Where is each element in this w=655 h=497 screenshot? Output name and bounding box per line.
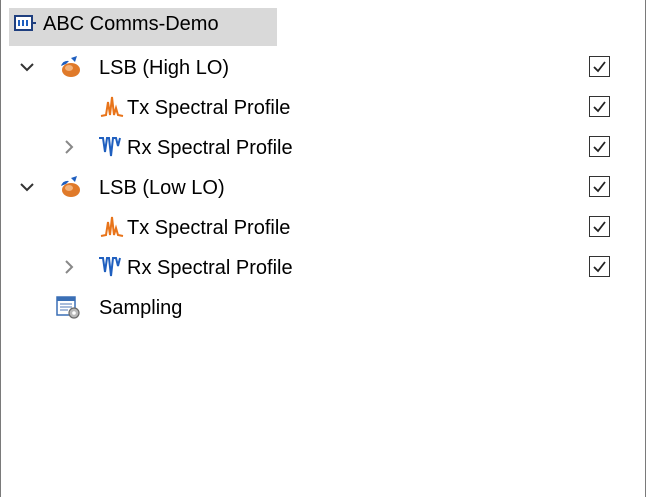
chevron-right-icon[interactable] (59, 257, 79, 277)
tree-item-label: Rx Spectral Profile (127, 257, 293, 279)
tree-item-label: Rx Spectral Profile (127, 137, 293, 159)
tree-item-label: LSB (High LO) (99, 57, 230, 79)
rx-spectrum-icon (97, 134, 123, 160)
checkbox[interactable] (589, 216, 610, 237)
sampling-settings-icon (55, 294, 81, 320)
tree-item-rx-spectral-profile[interactable]: Rx Spectral Profile (1, 248, 645, 286)
tree-item-sampling[interactable]: Sampling (1, 288, 645, 326)
scenario-icon (57, 54, 83, 80)
checkbox[interactable] (589, 256, 610, 277)
tree-item-tx-spectral-profile[interactable]: Tx Spectral Profile (1, 208, 645, 246)
tree-item-label: Sampling (99, 297, 183, 319)
scenario-icon (57, 174, 83, 200)
tree-item-label: Tx Spectral Profile (127, 217, 291, 239)
tree-root-row[interactable]: ABC Comms-Demo (1, 4, 645, 46)
chevron-down-icon[interactable] (17, 177, 37, 197)
checkbox[interactable] (589, 56, 610, 77)
tx-spectrum-icon (99, 214, 125, 240)
tree-item-lsb-high-lo[interactable]: LSB (High LO) (1, 48, 645, 86)
checkbox[interactable] (589, 96, 610, 117)
tree-item-label: LSB (Low LO) (99, 177, 225, 199)
checkbox[interactable] (589, 136, 610, 157)
module-icon (13, 11, 37, 35)
tree-item-tx-spectral-profile[interactable]: Tx Spectral Profile (1, 88, 645, 126)
checkbox[interactable] (589, 176, 610, 197)
chevron-down-icon[interactable] (17, 57, 37, 77)
tree-root-label: ABC Comms-Demo (43, 13, 219, 35)
tree-item-label: Tx Spectral Profile (127, 97, 291, 119)
tree-item-rx-spectral-profile[interactable]: Rx Spectral Profile (1, 128, 645, 166)
tree-panel: ABC Comms-Demo LSB (High LO) Tx Spectral… (0, 0, 646, 497)
tx-spectrum-icon (99, 94, 125, 120)
chevron-right-icon[interactable] (59, 137, 79, 157)
tree-item-lsb-low-lo[interactable]: LSB (Low LO) (1, 168, 645, 206)
rx-spectrum-icon (97, 254, 123, 280)
